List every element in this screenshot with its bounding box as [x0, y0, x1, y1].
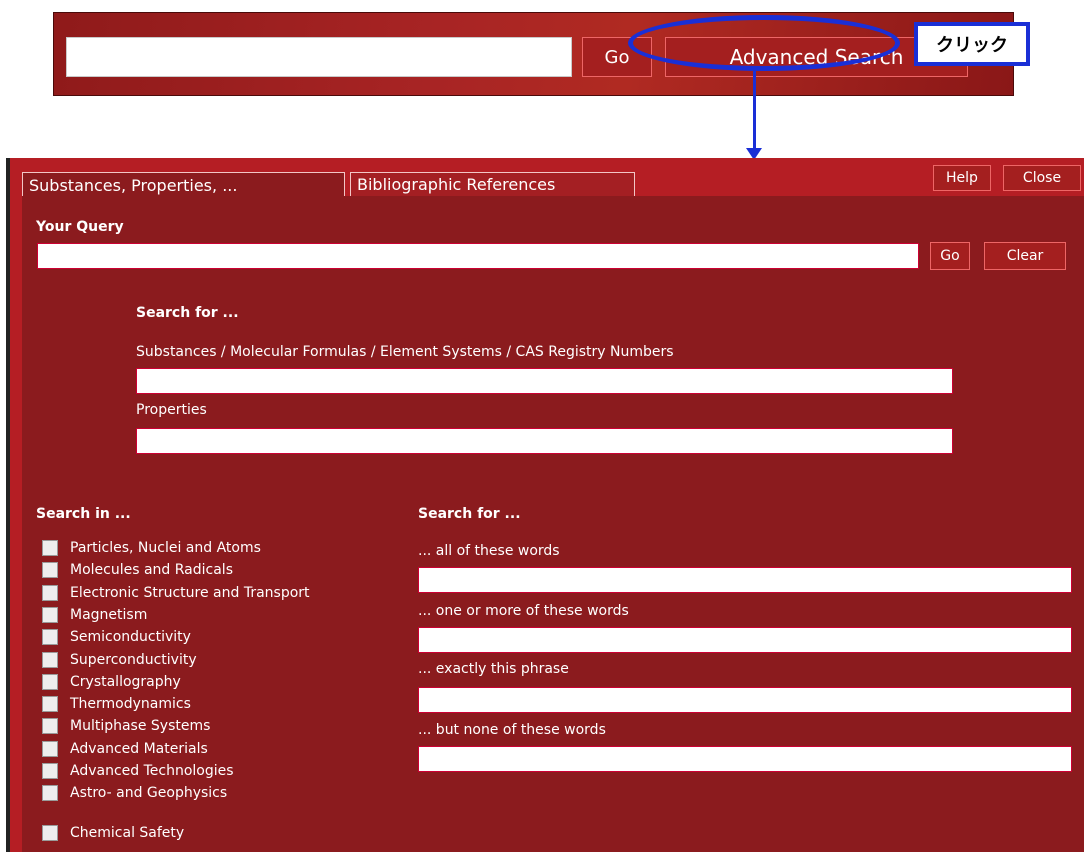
category-checkbox[interactable]: [42, 606, 58, 623]
search-for-words-heading: Search for ...: [418, 506, 521, 522]
category-checkbox[interactable]: [42, 763, 58, 779]
category-checkbox-row[interactable]: Superconductivity: [42, 651, 197, 669]
category-checkbox-row[interactable]: Multiphase Systems: [42, 717, 210, 735]
tab-substances-properties[interactable]: Substances, Properties, ...: [22, 172, 345, 197]
chemical-safety-checkbox[interactable]: [42, 825, 58, 841]
category-checkbox-row[interactable]: Advanced Materials: [42, 740, 208, 758]
category-checkbox[interactable]: [42, 629, 58, 646]
category-checkbox[interactable]: [42, 740, 58, 757]
advanced-search-panel: Substances, Properties, ... Bibliographi…: [6, 158, 1084, 852]
category-label: Particles, Nuclei and Atoms: [70, 540, 261, 556]
properties-label: Properties: [136, 402, 207, 418]
substances-label: Substances / Molecular Formulas / Elemen…: [136, 344, 674, 360]
category-label: Magnetism: [70, 606, 148, 623]
all-words-label: ... all of these words: [418, 543, 560, 559]
quick-search-input[interactable]: [66, 37, 572, 77]
any-words-label: ... one or more of these words: [418, 603, 629, 619]
arrow-line: [753, 71, 756, 151]
query-clear-button[interactable]: Clear: [984, 242, 1066, 270]
category-label: Semiconductivity: [70, 629, 191, 646]
exact-phrase-label: ... exactly this phrase: [418, 661, 569, 677]
category-checkbox[interactable]: [42, 651, 58, 668]
query-go-button[interactable]: Go: [930, 242, 970, 270]
chemical-safety-label: Chemical Safety: [70, 825, 185, 841]
any-words-input[interactable]: [418, 627, 1072, 653]
category-label: Molecules and Radicals: [70, 562, 233, 579]
category-checkbox-row[interactable]: Crystallography: [42, 673, 181, 691]
none-words-input[interactable]: [418, 746, 1072, 772]
tab-bibliographic-references[interactable]: Bibliographic References: [350, 172, 635, 196]
chemical-safety-checkbox-row[interactable]: Chemical Safety: [42, 824, 184, 842]
search-for-heading: Search for ...: [136, 305, 239, 321]
category-checkbox-row[interactable]: Semiconductivity: [42, 628, 191, 646]
category-label: Electronic Structure and Transport: [70, 584, 310, 601]
category-checkbox-row[interactable]: Advanced Technologies: [42, 762, 234, 780]
category-checkbox-row[interactable]: Electronic Structure and Transport: [42, 584, 310, 602]
category-label: Advanced Technologies: [70, 763, 234, 779]
help-button[interactable]: Help: [933, 165, 991, 191]
click-callout: クリック: [914, 22, 1030, 66]
category-checkbox[interactable]: [42, 540, 58, 556]
your-query-label: Your Query: [36, 219, 124, 235]
quick-search-go-button[interactable]: Go: [582, 37, 652, 77]
close-button[interactable]: Close: [1003, 165, 1081, 191]
none-words-label: ... but none of these words: [418, 722, 606, 738]
category-label: Advanced Materials: [70, 740, 208, 757]
category-label: Astro- and Geophysics: [70, 785, 228, 802]
search-in-heading: Search in ...: [36, 506, 131, 522]
quick-search-bar: Go Advanced Search: [53, 12, 1014, 96]
category-label: Thermodynamics: [70, 696, 191, 713]
substances-input[interactable]: [136, 368, 953, 394]
category-checkbox[interactable]: [42, 584, 58, 601]
category-checkbox-row[interactable]: Magnetism: [42, 606, 147, 624]
category-checkbox[interactable]: [42, 696, 58, 713]
category-label: Multiphase Systems: [70, 718, 211, 735]
panel-body: Your Query Go Clear Search for ... Subst…: [22, 196, 1084, 852]
category-checkbox-row[interactable]: Molecules and Radicals: [42, 561, 233, 579]
category-checkbox[interactable]: [42, 673, 58, 690]
query-input[interactable]: [37, 243, 919, 269]
category-checkbox[interactable]: [42, 718, 58, 735]
exact-phrase-input[interactable]: [418, 687, 1072, 713]
all-words-input[interactable]: [418, 567, 1072, 593]
category-checkbox-row[interactable]: Astro- and Geophysics: [42, 784, 227, 802]
category-checkbox-row[interactable]: Particles, Nuclei and Atoms: [42, 539, 261, 557]
category-checkbox[interactable]: [42, 562, 58, 579]
category-label: Crystallography: [70, 673, 181, 690]
category-label: Superconductivity: [70, 651, 197, 668]
category-checkbox-row[interactable]: Thermodynamics: [42, 695, 191, 713]
properties-input[interactable]: [136, 428, 953, 454]
category-checkbox[interactable]: [42, 785, 58, 802]
